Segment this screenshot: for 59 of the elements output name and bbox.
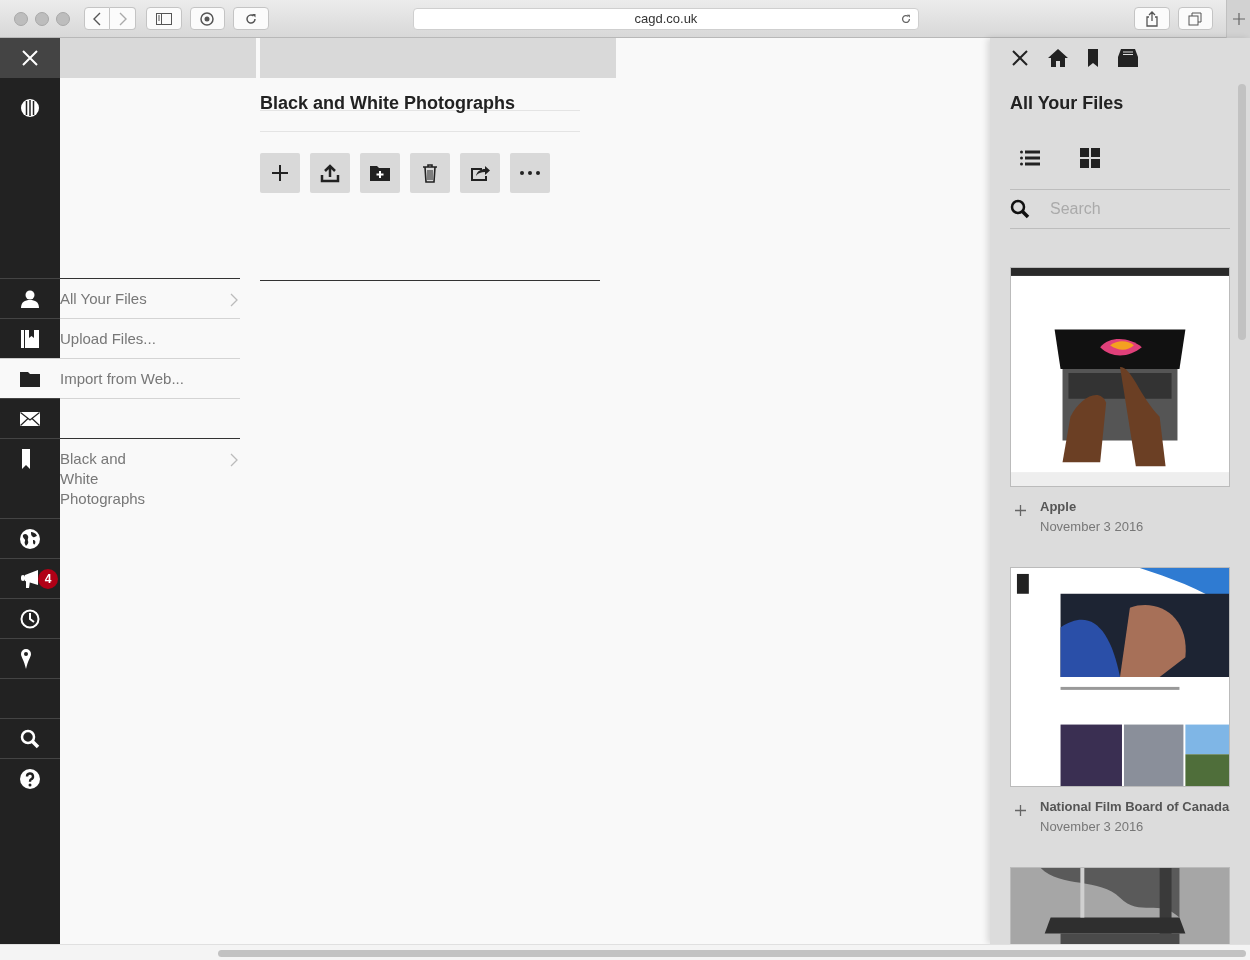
- sync-button[interactable]: [189, 7, 226, 30]
- list-view-icon[interactable]: [1020, 150, 1040, 166]
- menu-item[interactable]: Upload Files...: [60, 329, 156, 349]
- reload-icon: [244, 11, 258, 26]
- chevron-right-icon: [230, 293, 238, 307]
- sidebar-toggle-button[interactable]: [146, 7, 182, 30]
- share-icon: [1144, 10, 1159, 27]
- close-icon: [22, 50, 38, 66]
- file-title[interactable]: Apple: [1040, 499, 1144, 515]
- chevron-left-icon: [92, 11, 102, 26]
- address-field[interactable]: cagd.co.uk: [412, 7, 920, 30]
- search-icon: [1010, 199, 1030, 219]
- upload-button[interactable]: [310, 153, 350, 193]
- reload-icon[interactable]: [900, 12, 913, 25]
- sidebar-icon: [155, 12, 172, 25]
- megaphone-icon[interactable]: [20, 568, 40, 589]
- file-date: November 3 2016: [1040, 819, 1145, 834]
- more-icon: [520, 171, 540, 175]
- chevron-right-icon: [117, 11, 128, 26]
- tabs-icon: [1188, 11, 1203, 26]
- share-icon: [470, 164, 490, 182]
- upload-icon: [320, 163, 340, 183]
- add-button[interactable]: [260, 153, 300, 193]
- plus-icon: [271, 164, 289, 182]
- delete-button[interactable]: [410, 153, 450, 193]
- help-icon[interactable]: [20, 768, 40, 789]
- add-icon[interactable]: [1015, 505, 1026, 516]
- share-button[interactable]: [460, 153, 500, 193]
- inbox-icon[interactable]: [1118, 49, 1138, 67]
- chevron-right-icon: [230, 453, 238, 467]
- folder-plus-icon: [370, 165, 390, 181]
- more-button[interactable]: [510, 153, 550, 193]
- logo-icon[interactable]: [20, 98, 40, 118]
- close-button[interactable]: [0, 38, 60, 78]
- person-icon[interactable]: [20, 288, 40, 309]
- notification-badge: 4: [38, 569, 58, 589]
- sync-icon: [199, 10, 216, 27]
- plus-icon: [1232, 12, 1245, 25]
- new-folder-button[interactable]: [360, 153, 400, 193]
- scrollbar[interactable]: [218, 950, 1246, 957]
- book-icon[interactable]: [20, 328, 40, 349]
- panel-title: All Your Files: [1010, 92, 1125, 115]
- file-title[interactable]: National Film Board of Canada: [1040, 799, 1230, 815]
- clock-icon[interactable]: [20, 608, 40, 629]
- search-icon[interactable]: [20, 728, 40, 749]
- add-icon[interactable]: [1015, 805, 1026, 816]
- scrollbar[interactable]: [1238, 84, 1246, 340]
- globe-icon[interactable]: [20, 528, 40, 549]
- menu-item[interactable]: All Your Files: [60, 289, 156, 309]
- trash-icon: [422, 163, 438, 183]
- folder-title: Black and White Photographs: [260, 92, 580, 111]
- reload-button[interactable]: [233, 7, 269, 30]
- menu-item[interactable]: Import from Web...: [60, 369, 184, 389]
- file-date: November 3 2016: [1040, 519, 1144, 534]
- menu-item[interactable]: Black and White Photographs: [60, 449, 156, 509]
- bookmark-icon[interactable]: [1088, 49, 1098, 67]
- grid-view-icon[interactable]: [1080, 148, 1100, 168]
- close-icon[interactable]: [1012, 50, 1028, 66]
- home-icon[interactable]: [1048, 49, 1068, 67]
